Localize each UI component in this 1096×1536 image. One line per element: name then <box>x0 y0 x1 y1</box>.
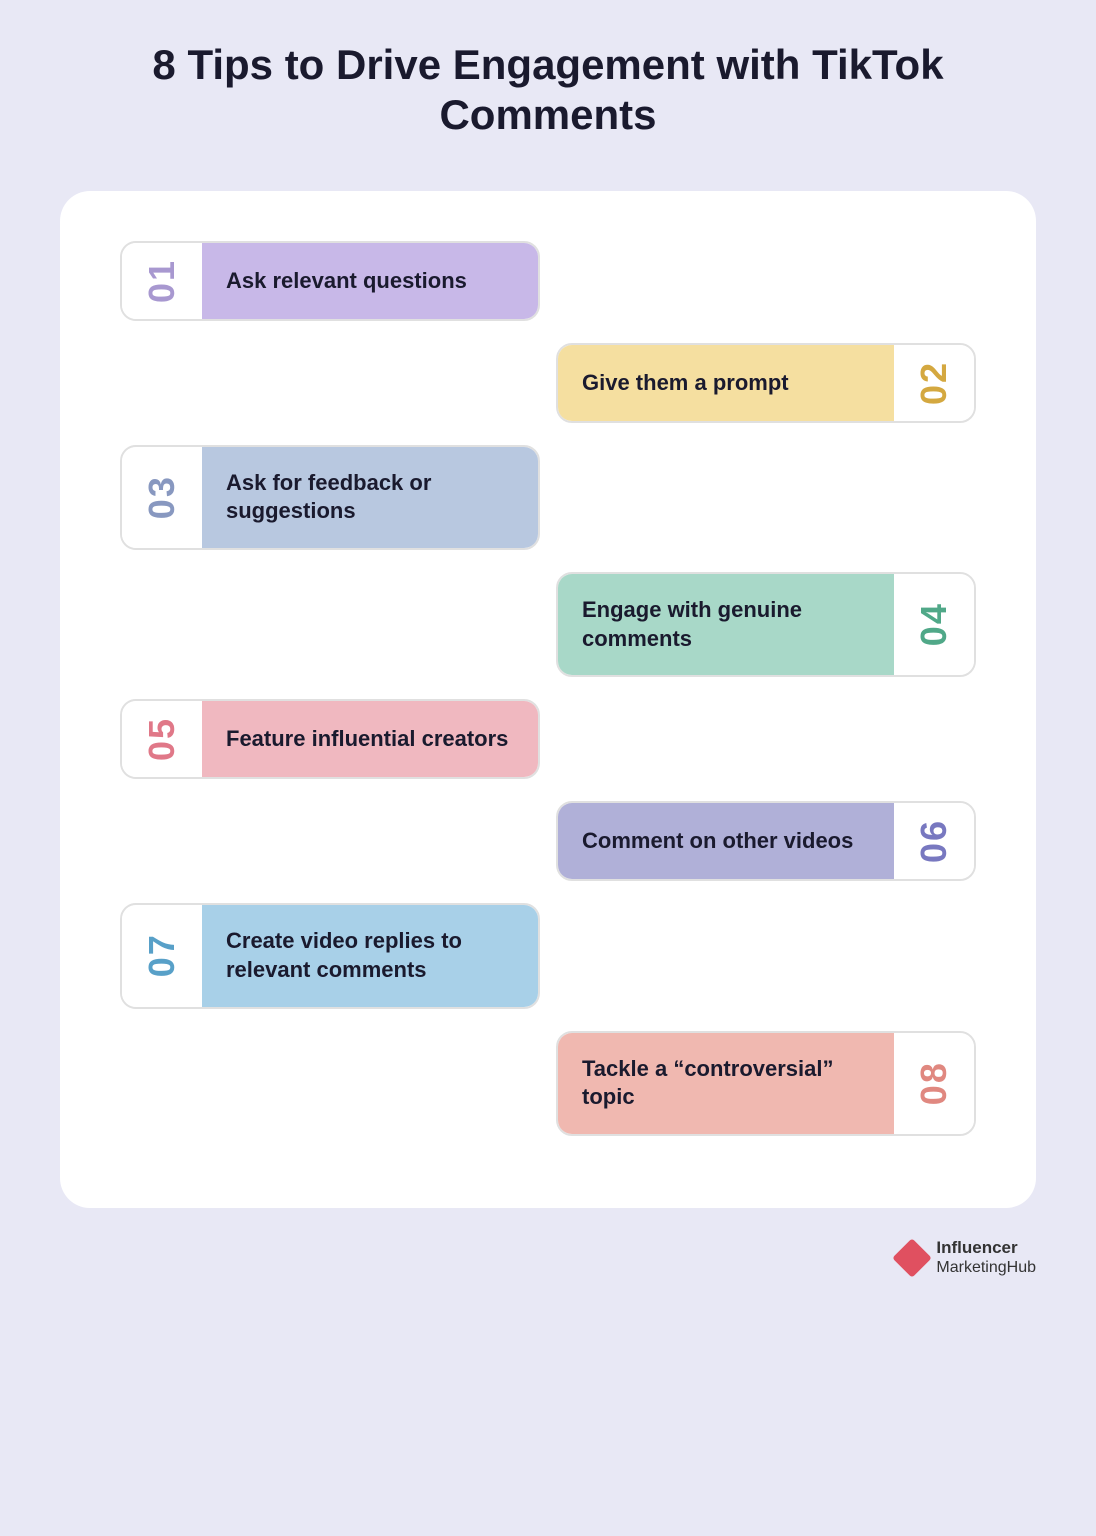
tip-num-04: 04 <box>894 574 974 675</box>
tip-row-04: Engage with genuine comments 04 <box>120 572 976 677</box>
tip-wrapper-03: 03 Ask for feedback or suggestions <box>120 445 540 550</box>
tip-wrapper-02: Give them a prompt 02 <box>556 343 976 423</box>
tip-row-01: 01 Ask relevant questions <box>120 241 976 321</box>
tip-wrapper-07: 07 Create video replies to relevant comm… <box>120 903 540 1008</box>
tip-label-06: Comment on other videos <box>558 803 894 879</box>
tip-wrapper-05: 05 Feature influential creators <box>120 699 540 779</box>
tip-row-07: 07 Create video replies to relevant comm… <box>120 903 976 1008</box>
tip-label-05: Feature influential creators <box>202 701 538 777</box>
tip-num-02: 02 <box>894 345 974 421</box>
tip-wrapper-06: Comment on other videos 06 <box>556 801 976 881</box>
tip-label-08: Tackle a “controversial” topic <box>558 1033 894 1134</box>
tip-row-08: Tackle a “controversial” topic 08 <box>120 1031 976 1136</box>
tip-num-07: 07 <box>122 905 202 1006</box>
tip-row-02: Give them a prompt 02 <box>120 343 976 423</box>
tip-row-06: Comment on other videos 06 <box>120 801 976 881</box>
tip-label-03: Ask for feedback or suggestions <box>202 447 538 548</box>
tips-card: 01 Ask relevant questions Give them a pr… <box>60 191 1036 1208</box>
tip-num-05: 05 <box>122 701 202 777</box>
tip-row-03: 03 Ask for feedback or suggestions <box>120 445 976 550</box>
tip-num-08: 08 <box>894 1033 974 1134</box>
tip-wrapper-04: Engage with genuine comments 04 <box>556 572 976 677</box>
brand-text: Influencer MarketingHub <box>936 1238 1036 1278</box>
tip-label-07: Create video replies to relevant comment… <box>202 905 538 1006</box>
brand-area: Influencer MarketingHub <box>60 1238 1036 1278</box>
tip-label-01: Ask relevant questions <box>202 243 538 319</box>
tip-num-06: 06 <box>894 803 974 879</box>
tip-num-03: 03 <box>122 447 202 548</box>
page-title: 8 Tips to Drive Engagement with TikTok C… <box>60 40 1036 141</box>
tip-row-05: 05 Feature influential creators <box>120 699 976 779</box>
tip-num-01: 01 <box>122 243 202 319</box>
brand-diamond-icon <box>893 1238 933 1278</box>
tip-wrapper-01: 01 Ask relevant questions <box>120 241 540 321</box>
tip-wrapper-08: Tackle a “controversial” topic 08 <box>556 1031 976 1136</box>
tip-label-04: Engage with genuine comments <box>558 574 894 675</box>
tip-label-02: Give them a prompt <box>558 345 894 421</box>
